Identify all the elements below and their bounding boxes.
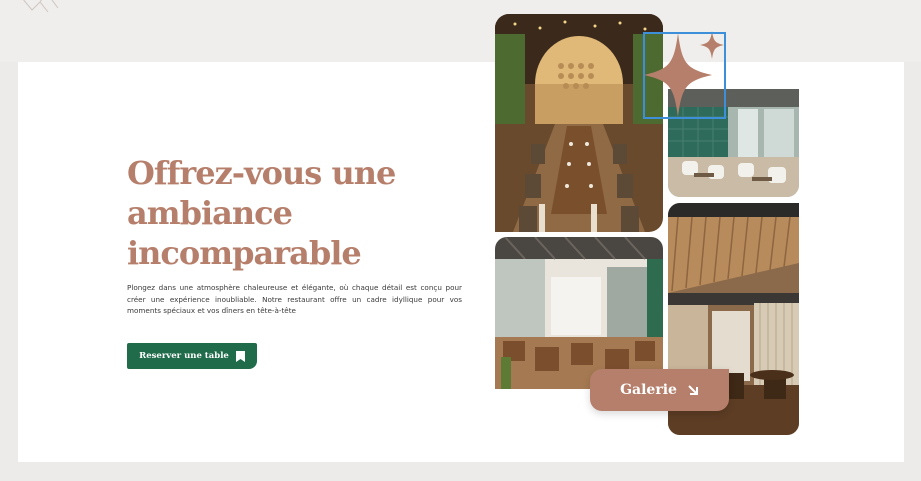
gallery-button[interactable]: Galerie [590,369,729,411]
heading-line: incomparable [127,234,362,272]
next-section-band [18,462,904,481]
right-margin [904,62,921,481]
selection-outline [643,32,726,119]
heading-line: Offrez-vous une [127,154,396,192]
section-description: Plongez dans une atmosphère chaleureuse … [127,283,462,315]
leaf-decoration-icon [23,0,59,13]
bookmark-icon [235,350,245,362]
reserve-table-button[interactable]: Reserver une table [127,343,257,369]
top-section-band [0,0,921,62]
restaurant-photo-long-table [495,14,663,232]
arc-decoration-icon [636,0,692,4]
restaurant-photo-terrace [495,237,663,389]
reserve-table-label: Reserver une table [139,351,229,361]
heading-line: ambiance [127,194,293,232]
gallery-button-label: Galerie [620,382,677,398]
section-heading: Offrez-vous une ambiance incomparable [127,153,447,273]
left-margin [0,62,18,481]
arrow-down-right-icon [688,385,698,395]
